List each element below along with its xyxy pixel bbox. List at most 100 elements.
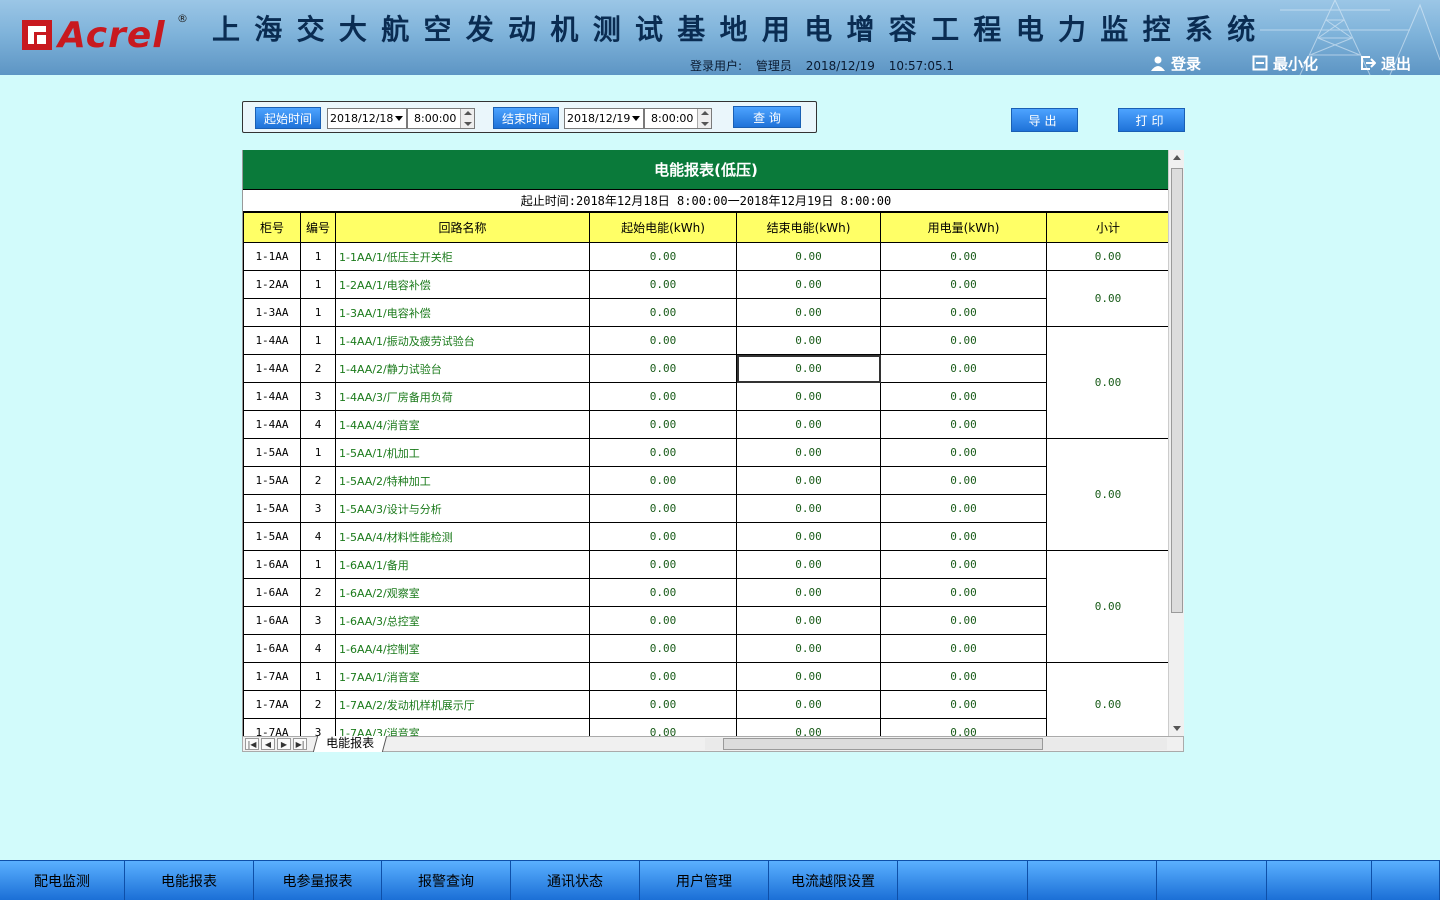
cabinet-cell[interactable]: 1-6AA bbox=[243, 578, 301, 607]
circuit-name-cell[interactable]: 1-5AA/3/设计与分析 bbox=[335, 494, 590, 523]
circuit-name-cell[interactable]: 1-7AA/2/发动机样机展示厅 bbox=[335, 690, 590, 719]
nav-item-11[interactable] bbox=[1267, 861, 1372, 900]
start-energy-cell[interactable]: 0.00 bbox=[589, 634, 737, 663]
number-cell[interactable]: 4 bbox=[300, 410, 336, 439]
number-cell[interactable]: 4 bbox=[300, 522, 336, 551]
nav-item-12[interactable] bbox=[1372, 861, 1440, 900]
start-energy-cell[interactable]: 0.00 bbox=[589, 326, 737, 355]
nav-item-9[interactable] bbox=[1028, 861, 1157, 900]
start-energy-cell[interactable]: 0.00 bbox=[589, 410, 737, 439]
end-energy-cell[interactable]: 0.00 bbox=[736, 410, 881, 439]
circuit-name-cell[interactable]: 1-5AA/1/机加工 bbox=[335, 438, 590, 467]
nav-item-5[interactable]: 通讯状态 bbox=[511, 861, 640, 900]
start-energy-cell[interactable]: 0.00 bbox=[589, 522, 737, 551]
nav-item-4[interactable]: 报警查询 bbox=[382, 861, 511, 900]
usage-cell[interactable]: 0.00 bbox=[880, 466, 1047, 495]
circuit-name-cell[interactable]: 1-3AA/1/电容补偿 bbox=[335, 298, 590, 327]
login-button[interactable]: 登录 bbox=[1150, 53, 1201, 73]
start-time-spinner[interactable] bbox=[460, 109, 474, 128]
cabinet-cell[interactable]: 1-2AA bbox=[243, 270, 301, 299]
usage-cell[interactable]: 0.00 bbox=[880, 494, 1047, 523]
start-energy-cell[interactable]: 0.00 bbox=[589, 494, 737, 523]
usage-cell[interactable]: 0.00 bbox=[880, 438, 1047, 467]
cabinet-cell[interactable]: 1-4AA bbox=[243, 382, 301, 411]
scroll-thumb[interactable] bbox=[1171, 168, 1183, 613]
circuit-name-cell[interactable]: 1-6AA/4/控制室 bbox=[335, 634, 590, 663]
usage-cell[interactable]: 0.00 bbox=[880, 242, 1047, 271]
nav-item-8[interactable] bbox=[898, 861, 1028, 900]
end-energy-cell[interactable]: 0.00 bbox=[736, 466, 881, 495]
circuit-name-cell[interactable]: 1-1AA/1/低压主开关柜 bbox=[335, 242, 590, 271]
end-energy-cell[interactable]: 0.00 bbox=[736, 326, 881, 355]
circuit-name-cell[interactable]: 1-6AA/2/观察室 bbox=[335, 578, 590, 607]
usage-cell[interactable]: 0.00 bbox=[880, 634, 1047, 663]
usage-cell[interactable]: 0.00 bbox=[880, 410, 1047, 439]
usage-cell[interactable]: 0.00 bbox=[880, 298, 1047, 327]
start-energy-cell[interactable]: 0.00 bbox=[589, 242, 737, 271]
end-energy-cell[interactable]: 0.00 bbox=[736, 354, 881, 383]
start-date-picker[interactable]: 2018/12/18 bbox=[327, 108, 407, 129]
nav-item-6[interactable]: 用户管理 bbox=[640, 861, 769, 900]
circuit-name-cell[interactable]: 1-4AA/2/静力试验台 bbox=[335, 354, 590, 383]
end-energy-cell[interactable]: 0.00 bbox=[736, 242, 881, 271]
end-date-picker[interactable]: 2018/12/19 bbox=[564, 108, 644, 129]
end-energy-cell[interactable]: 0.00 bbox=[736, 690, 881, 719]
number-cell[interactable]: 1 bbox=[300, 242, 336, 271]
circuit-name-cell[interactable]: 1-2AA/1/电容补偿 bbox=[335, 270, 590, 299]
cabinet-cell[interactable]: 1-1AA bbox=[243, 242, 301, 271]
number-cell[interactable]: 2 bbox=[300, 354, 336, 383]
start-time-input[interactable]: 8:00:00 bbox=[407, 108, 475, 129]
circuit-name-cell[interactable]: 1-4AA/4/消音室 bbox=[335, 410, 590, 439]
print-button[interactable]: 打印 bbox=[1118, 108, 1185, 132]
cabinet-cell[interactable]: 1-6AA bbox=[243, 606, 301, 635]
usage-cell[interactable]: 0.00 bbox=[880, 662, 1047, 691]
nav-item-3[interactable]: 电参量报表 bbox=[254, 861, 382, 900]
start-energy-cell[interactable]: 0.00 bbox=[589, 578, 737, 607]
number-cell[interactable]: 3 bbox=[300, 494, 336, 523]
cabinet-cell[interactable]: 1-4AA bbox=[243, 326, 301, 355]
usage-cell[interactable]: 0.00 bbox=[880, 578, 1047, 607]
circuit-name-cell[interactable]: 1-5AA/4/材料性能检测 bbox=[335, 522, 590, 551]
scroll-up-icon[interactable] bbox=[1173, 155, 1181, 160]
circuit-name-cell[interactable]: 1-6AA/3/总控室 bbox=[335, 606, 590, 635]
end-energy-cell[interactable]: 0.00 bbox=[736, 494, 881, 523]
end-energy-cell[interactable]: 0.00 bbox=[736, 606, 881, 635]
cabinet-cell[interactable]: 1-5AA bbox=[243, 494, 301, 523]
start-energy-cell[interactable]: 0.00 bbox=[589, 298, 737, 327]
usage-cell[interactable]: 0.00 bbox=[880, 326, 1047, 355]
cabinet-cell[interactable]: 1-7AA bbox=[243, 690, 301, 719]
last-sheet-icon[interactable]: ▶| bbox=[293, 738, 307, 750]
subtotal-cell[interactable]: 0.00 bbox=[1046, 662, 1168, 736]
start-energy-cell[interactable]: 0.00 bbox=[589, 382, 737, 411]
subtotal-cell[interactable]: 0.00 bbox=[1046, 550, 1168, 663]
nav-item-7[interactable]: 电流越限设置 bbox=[769, 861, 898, 900]
number-cell[interactable]: 3 bbox=[300, 718, 336, 736]
circuit-name-cell[interactable]: 1-7AA/1/消音室 bbox=[335, 662, 590, 691]
cabinet-cell[interactable]: 1-5AA bbox=[243, 522, 301, 551]
start-energy-cell[interactable]: 0.00 bbox=[589, 690, 737, 719]
cabinet-cell[interactable]: 1-6AA bbox=[243, 634, 301, 663]
number-cell[interactable]: 1 bbox=[300, 662, 336, 691]
start-energy-cell[interactable]: 0.00 bbox=[589, 438, 737, 467]
number-cell[interactable]: 1 bbox=[300, 298, 336, 327]
end-energy-cell[interactable]: 0.00 bbox=[736, 578, 881, 607]
number-cell[interactable]: 1 bbox=[300, 550, 336, 579]
number-cell[interactable]: 1 bbox=[300, 270, 336, 299]
next-sheet-icon[interactable]: ▶ bbox=[277, 738, 291, 750]
circuit-name-cell[interactable]: 1-4AA/3/厂房备用负荷 bbox=[335, 382, 590, 411]
start-energy-cell[interactable]: 0.00 bbox=[589, 718, 737, 736]
usage-cell[interactable]: 0.00 bbox=[880, 690, 1047, 719]
sheet-tab-energy-report[interactable]: 电能报表 bbox=[312, 736, 388, 752]
cabinet-cell[interactable]: 1-5AA bbox=[243, 466, 301, 495]
cabinet-cell[interactable]: 1-4AA bbox=[243, 410, 301, 439]
start-energy-cell[interactable]: 0.00 bbox=[589, 606, 737, 635]
exit-button[interactable]: 退出 bbox=[1360, 53, 1411, 73]
nav-item-1[interactable]: 配电监测 bbox=[0, 861, 125, 900]
search-button[interactable]: 查 询 bbox=[733, 106, 801, 128]
subtotal-cell[interactable]: 0.00 bbox=[1046, 270, 1168, 327]
vertical-scrollbar[interactable] bbox=[1168, 150, 1184, 736]
start-energy-cell[interactable]: 0.00 bbox=[589, 662, 737, 691]
number-cell[interactable]: 1 bbox=[300, 438, 336, 467]
cabinet-cell[interactable]: 1-7AA bbox=[243, 662, 301, 691]
usage-cell[interactable]: 0.00 bbox=[880, 382, 1047, 411]
